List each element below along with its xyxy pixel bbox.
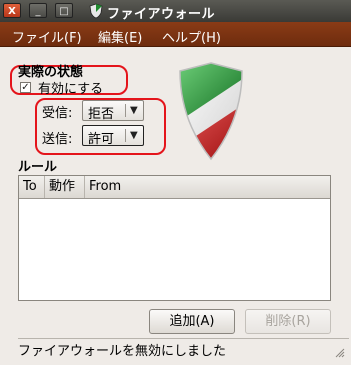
close-icon: X: [8, 6, 16, 17]
minimize-window-button[interactable]: _: [29, 3, 47, 18]
incoming-label: 受信:: [42, 106, 73, 121]
column-header-from[interactable]: From: [85, 176, 330, 198]
resize-grip-icon[interactable]: [335, 348, 345, 358]
rules-table[interactable]: To 動作 From: [18, 175, 331, 301]
status-text: ファイアウォールを無効にしました: [18, 344, 227, 359]
firewall-shield-logo: [179, 62, 243, 161]
shield-icon: [89, 3, 103, 19]
column-header-to[interactable]: To: [19, 176, 45, 198]
combo-separator: [125, 129, 126, 142]
column-header-action[interactable]: 動作: [45, 176, 85, 198]
combo-separator: [125, 104, 126, 117]
status-bar: ファイアウォールを無効にしました: [18, 338, 349, 360]
outgoing-policy-select[interactable]: 許可 ▼: [82, 125, 144, 147]
title-bar[interactable]: X _ □ ファイアウォール: [0, 0, 351, 22]
outgoing-label: 送信:: [42, 132, 73, 147]
menu-bar: ファイル(F) 編集(E) ヘルプ(H): [0, 22, 351, 47]
enable-label[interactable]: 有効にする: [38, 78, 103, 97]
maximize-icon: □: [59, 6, 69, 17]
rules-heading: ルール: [18, 160, 58, 175]
minimize-icon: _: [35, 6, 41, 17]
outgoing-policy-value: 許可: [88, 132, 115, 147]
menu-file[interactable]: ファイル(F): [12, 27, 82, 46]
dropdown-arrow-icon: ▼: [130, 130, 138, 141]
dropdown-arrow-icon: ▼: [130, 105, 138, 116]
main-panel: 実際の状態 ✓ 有効にする 受信: 拒否 ▼ 送信: 許可 ▼ ルール To 動…: [0, 47, 351, 365]
incoming-policy-value: 拒否: [88, 107, 115, 122]
incoming-policy-select[interactable]: 拒否 ▼: [82, 100, 144, 122]
window-title: ファイアウォール: [107, 7, 216, 22]
add-rule-button[interactable]: 追加(A): [149, 309, 235, 334]
rules-table-header: To 動作 From: [19, 176, 330, 199]
menu-edit[interactable]: 編集(E): [98, 27, 142, 46]
close-window-button[interactable]: X: [3, 3, 21, 18]
menu-help[interactable]: ヘルプ(H): [162, 27, 221, 46]
enable-checkbox[interactable]: ✓: [20, 82, 31, 93]
remove-rule-button[interactable]: 削除(R): [245, 309, 331, 334]
maximize-window-button[interactable]: □: [55, 3, 73, 18]
